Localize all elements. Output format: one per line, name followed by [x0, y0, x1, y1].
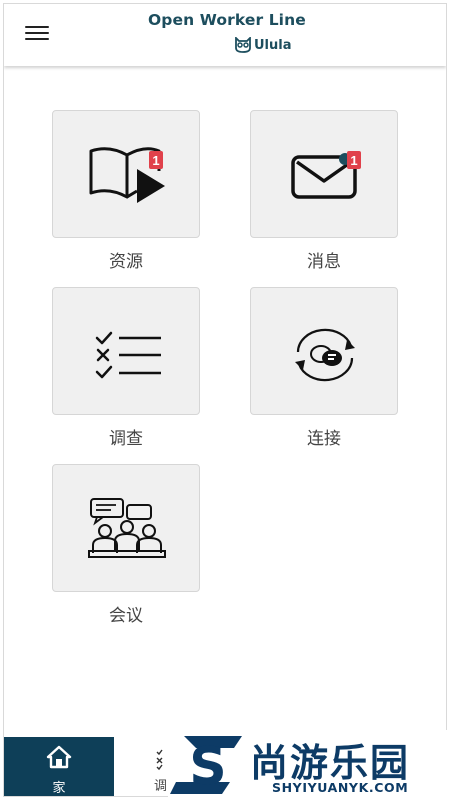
hamburger-menu-icon[interactable] [25, 26, 49, 44]
checklist-icon [95, 331, 161, 379]
nav-survey-label: 调 [154, 778, 168, 793]
envelope-icon: 1 [291, 151, 361, 199]
nav-home-tab[interactable]: 家 [4, 737, 114, 796]
tile-label-resources: 资源 [109, 252, 143, 271]
watermark: S 尚游乐园 SHYIYUANYK.COM [168, 730, 450, 800]
book-play-icon: 1 [89, 147, 165, 203]
nav-home-label: 家 [52, 780, 66, 795]
badge-count: 1 [350, 153, 357, 168]
watermark-logo: S [170, 736, 242, 797]
tile-label-meeting: 会议 [109, 606, 143, 625]
owl-icon [235, 37, 251, 53]
app-frame: Open Worker Line Ulula 1 资源 1 消息 调查 连接 会… [3, 3, 447, 797]
home-icon [46, 745, 72, 769]
tile-survey[interactable] [52, 287, 200, 415]
badge-count: 1 [152, 153, 159, 168]
brand-logo: Ulula [234, 37, 292, 53]
tile-messages[interactable]: 1 [250, 110, 398, 238]
tile-label-messages: 消息 [307, 252, 341, 271]
watermark-letter: S [189, 737, 226, 797]
tile-connect[interactable] [250, 287, 398, 415]
meeting-icon [88, 498, 166, 558]
tile-label-connect: 连接 [307, 429, 341, 448]
tile-label-survey: 调查 [109, 429, 143, 448]
app-header: Open Worker Line Ulula [4, 4, 446, 66]
brand-name: Ulula [254, 37, 292, 53]
watermark-title: 尚游乐园 [250, 741, 411, 785]
watermark-subtitle: SHYIYUANYK.COM [272, 780, 409, 795]
app-title: Open Worker Line [148, 11, 306, 29]
tile-resources[interactable]: 1 [52, 110, 200, 238]
tile-meeting[interactable] [52, 464, 200, 592]
chat-sync-icon [295, 328, 355, 382]
